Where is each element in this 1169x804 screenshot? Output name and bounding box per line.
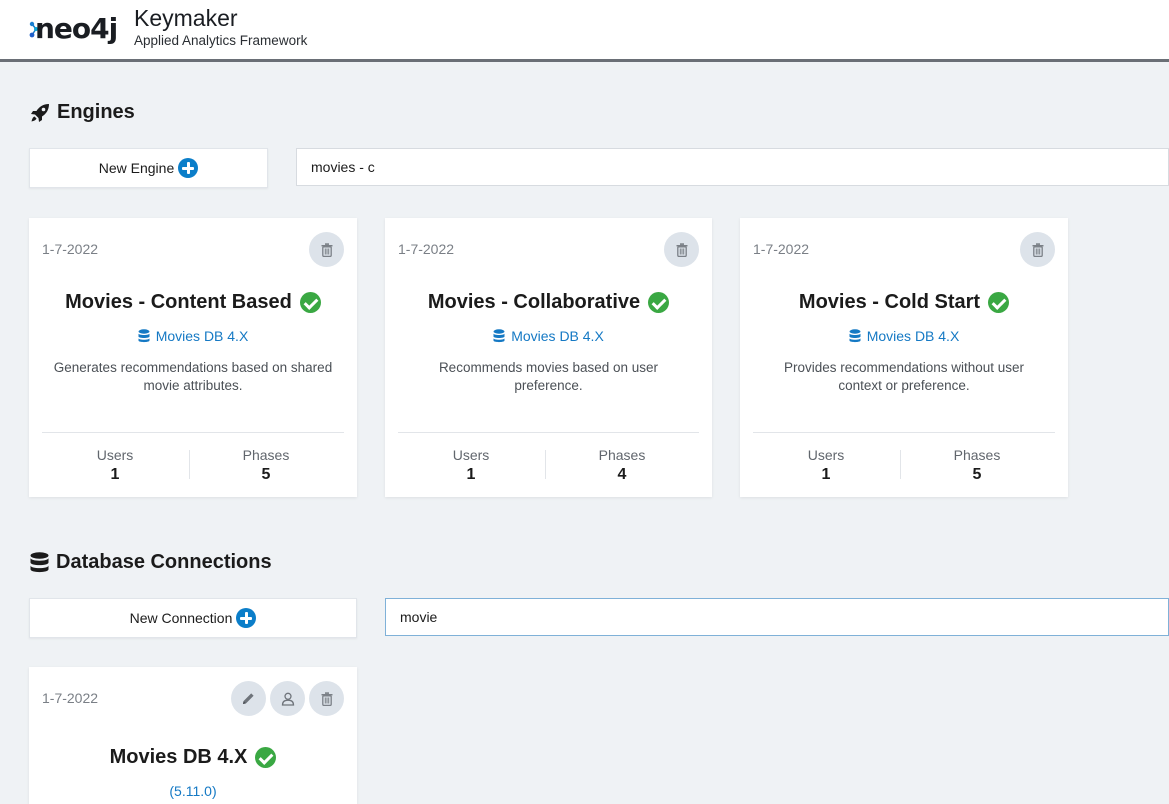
stat-separator	[545, 450, 546, 479]
logo-text: neo4j	[35, 12, 118, 45]
trash-icon	[676, 242, 687, 257]
users-label: Users	[96, 447, 134, 463]
check-circle-icon	[255, 747, 277, 768]
delete-engine-button[interactable]	[309, 232, 344, 267]
engine-users-stat: Users 1	[40, 447, 190, 484]
connection-users-button[interactable]	[270, 681, 305, 716]
check-circle-icon	[648, 292, 670, 313]
engine-phases-stat: Phases 4	[547, 447, 697, 484]
connection-title: Movies DB 4.X	[29, 746, 357, 769]
engine-title-text: Movies - Collaborative	[427, 291, 641, 313]
trash-icon	[321, 691, 332, 706]
plus-circle-icon	[178, 158, 199, 178]
app-header: neo4j Keymaker Applied Analytics Framewo…	[0, 0, 1169, 62]
users-label: Users	[807, 447, 845, 463]
engine-db-link[interactable]: Movies DB 4.X	[385, 328, 712, 344]
new-connection-button[interactable]: New Connection	[29, 598, 357, 638]
connection-date: 1-7-2022	[42, 690, 99, 706]
database-icon	[493, 329, 505, 343]
engine-card[interactable]: 1-7-2022 Movies - Collaborative Movies D…	[385, 218, 712, 497]
engines-heading: Engines	[57, 101, 135, 123]
engine-search-input[interactable]	[296, 148, 1169, 186]
users-label: Users	[452, 447, 490, 463]
engine-title: Movies - Cold Start	[740, 291, 1068, 314]
engine-card[interactable]: 1-7-2022 Movies - Content Based Movies D…	[29, 218, 357, 497]
edit-connection-button[interactable]	[231, 681, 266, 716]
connection-title-text: Movies DB 4.X	[109, 746, 248, 768]
engine-db-link[interactable]: Movies DB 4.X	[740, 328, 1068, 344]
new-connection-label: New Connection	[129, 610, 233, 626]
connection-version: (5.11.0)	[169, 783, 217, 799]
delete-engine-button[interactable]	[664, 232, 699, 267]
trash-icon	[321, 242, 332, 257]
phases-label: Phases	[953, 447, 1001, 463]
card-divider	[42, 432, 344, 433]
engine-date: 1-7-2022	[42, 241, 99, 257]
new-engine-label: New Engine	[98, 160, 175, 176]
plus-circle-icon	[236, 608, 257, 628]
app-title: Keymaker	[134, 5, 238, 31]
delete-connection-button[interactable]	[309, 681, 344, 716]
phases-label: Phases	[598, 447, 646, 463]
pencil-icon	[243, 693, 254, 704]
stat-separator	[900, 450, 901, 479]
engine-title-text: Movies - Cold Start	[798, 291, 981, 313]
engine-date: 1-7-2022	[753, 241, 810, 257]
database-icon	[849, 329, 861, 343]
engine-description: Generates recommendations based on share…	[53, 360, 333, 393]
connections-section-title: Database Connections	[30, 551, 272, 574]
users-count: 1	[110, 466, 120, 483]
engine-date: 1-7-2022	[398, 241, 455, 257]
phases-count: 4	[617, 466, 627, 483]
users-count: 1	[466, 466, 476, 483]
engine-description: Provides recommendations without user co…	[783, 360, 1025, 393]
connection-search-input[interactable]	[385, 598, 1169, 636]
engine-title-text: Movies - Content Based	[65, 291, 292, 313]
engine-db-name: Movies DB 4.X	[155, 328, 249, 344]
card-divider	[398, 432, 699, 433]
engine-description: Recommends movies based on user preferen…	[438, 360, 659, 393]
trash-icon	[1032, 242, 1043, 257]
database-icon	[138, 329, 150, 343]
database-icon	[30, 552, 49, 573]
phases-label: Phases	[242, 447, 290, 463]
engine-db-link[interactable]: Movies DB 4.X	[29, 328, 357, 344]
engine-db-name: Movies DB 4.X	[866, 328, 960, 344]
engine-title: Movies - Collaborative	[385, 291, 712, 314]
engine-title: Movies - Content Based	[29, 291, 357, 314]
phases-count: 5	[972, 466, 982, 483]
engine-phases-stat: Phases 5	[902, 447, 1052, 484]
delete-engine-button[interactable]	[1020, 232, 1055, 267]
users-count: 1	[821, 466, 831, 483]
engine-phases-stat: Phases 5	[191, 447, 341, 484]
check-circle-icon	[988, 292, 1010, 313]
neo4j-logo[interactable]: neo4j	[29, 10, 118, 45]
connections-heading: Database Connections	[56, 551, 272, 573]
connection-card[interactable]: 1-7-2022 Movies DB 4.X (5.11.0)	[29, 667, 357, 804]
engines-section-title: Engines	[30, 101, 135, 124]
engine-users-stat: Users 1	[751, 447, 901, 484]
engine-db-name: Movies DB 4.X	[511, 328, 604, 344]
app-subtitle: Applied Analytics Framework	[134, 33, 308, 48]
card-divider	[753, 432, 1055, 433]
new-engine-button[interactable]: New Engine	[29, 148, 268, 188]
stat-separator	[189, 450, 190, 479]
engine-users-stat: Users 1	[396, 447, 546, 484]
user-icon	[281, 692, 294, 706]
phases-count: 5	[261, 466, 271, 483]
check-circle-icon	[299, 292, 321, 313]
rocket-icon	[31, 103, 49, 122]
engine-card[interactable]: 1-7-2022 Movies - Cold Start Movies DB 4…	[740, 218, 1068, 497]
